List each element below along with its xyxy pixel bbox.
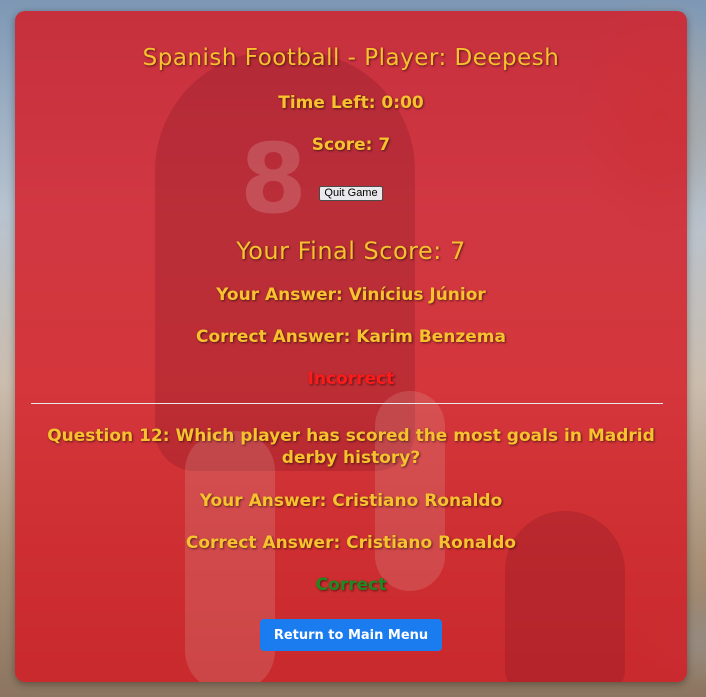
correct-answer: Correct Answer: Karim Benzema xyxy=(196,327,506,347)
your-answer: Your Answer: Vinícius Júnior xyxy=(216,285,486,305)
correct-answer: Correct Answer: Cristiano Ronaldo xyxy=(185,533,517,553)
return-to-main-menu-button[interactable]: Return to Main Menu xyxy=(260,619,442,651)
verdict-correct: Correct xyxy=(315,575,387,595)
your-answer: Your Answer: Cristiano Ronaldo xyxy=(199,491,503,511)
divider xyxy=(31,403,663,404)
quit-game-button[interactable]: Quit Game xyxy=(319,186,383,201)
results-card: 8 Spanish Football - Player: Deepesh Tim… xyxy=(15,11,687,682)
time-left: Time Left: 0:00 xyxy=(278,93,424,113)
question-text: Question 12: Which player has scored the… xyxy=(47,426,655,468)
page-title: Spanish Football - Player: Deepesh xyxy=(142,45,560,71)
verdict-incorrect: Incorrect xyxy=(307,369,395,389)
final-score: Your Final Score: 7 xyxy=(236,237,466,265)
score-display: Score: 7 xyxy=(311,135,391,155)
